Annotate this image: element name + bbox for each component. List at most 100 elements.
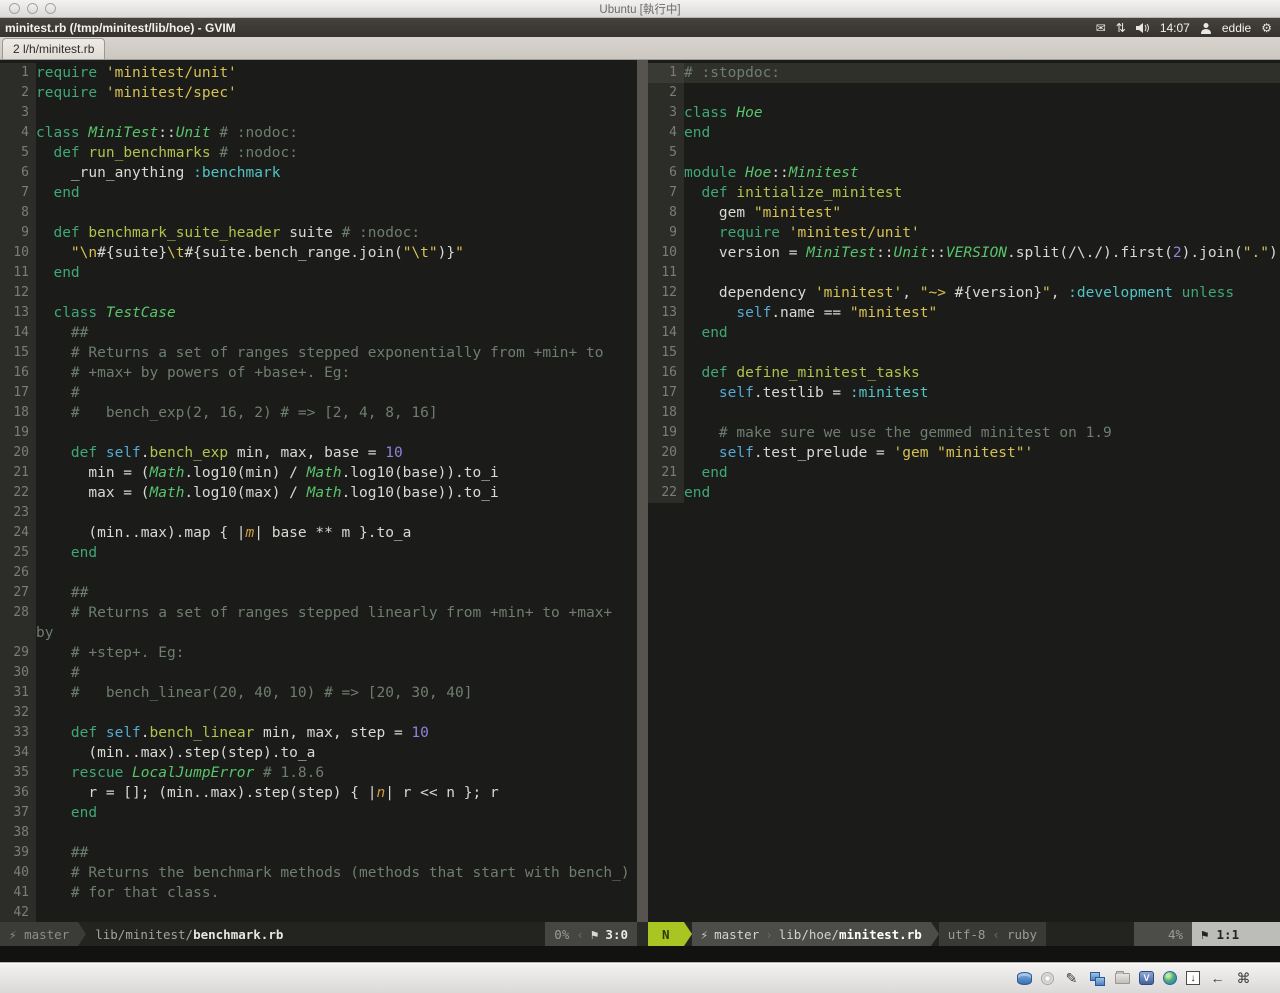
vim-command-line[interactable]	[0, 946, 1280, 962]
folder-icon[interactable]	[1115, 973, 1130, 984]
code-token: def	[701, 185, 727, 201]
user-icon	[1200, 22, 1212, 34]
line-number: 10	[648, 243, 684, 263]
code-token: "minitest"	[850, 305, 937, 321]
code-token: define_minitest_tasks	[736, 365, 919, 381]
code-line: 41 # for that class.	[0, 883, 637, 903]
code-token: class	[684, 105, 728, 121]
code-token: # :stopdoc:	[684, 65, 780, 81]
code-line: 16 def define_minitest_tasks	[648, 363, 1280, 383]
code-token: benchmark_suite_header	[88, 225, 280, 241]
code-text	[684, 83, 1280, 103]
code-token: Minitest	[789, 165, 859, 181]
code-token: # :nodoc:	[219, 125, 298, 141]
code-token: # for that class.	[36, 885, 219, 901]
code-token: VERSION	[946, 245, 1007, 261]
line-number: 28	[0, 603, 36, 623]
code-text: def self.bench_exp min, max, base = 10	[36, 443, 637, 463]
download-icon[interactable]: ↓	[1186, 971, 1200, 985]
code-line: 7 def initialize_minitest	[648, 183, 1280, 203]
fileinfo-segment: utf-8 ‹ ruby	[939, 922, 1046, 946]
tab-minitest[interactable]: 2 l/h/minitest.rb	[2, 38, 105, 59]
line-number: 4	[0, 123, 36, 143]
code-line: 5 def run_benchmarks # :nodoc:	[0, 143, 637, 163]
code-token: require	[36, 65, 97, 81]
code-text	[684, 403, 1280, 423]
back-arrow-icon[interactable]: ←	[1209, 970, 1226, 987]
code-line: 9 def benchmark_suite_header suite # :no…	[0, 223, 637, 243]
code-token: :minitest	[850, 385, 929, 401]
code-token: "minitest"	[754, 205, 841, 221]
network-icon[interactable]	[1089, 970, 1106, 987]
code-token: rescue	[71, 765, 123, 781]
code-text: # bench_linear(20, 40, 10) # => [20, 30,…	[36, 683, 637, 703]
command-icon[interactable]: ⌘	[1235, 970, 1252, 987]
position-segment: ⚑ 1:1	[1192, 922, 1280, 946]
code-text: by	[36, 623, 637, 643]
line-number: 9	[0, 223, 36, 243]
code-token: .split(/\./).first(	[1007, 245, 1173, 261]
code-token	[36, 305, 53, 321]
code-line: 38	[0, 823, 637, 843]
code-token: r = []; (min..max).step(step) { |	[36, 785, 376, 801]
code-token: end	[684, 485, 710, 501]
pencil-icon[interactable]: ✎	[1063, 970, 1080, 987]
code-text: rescue LocalJumpError # 1.8.6	[36, 763, 637, 783]
code-text: # for that class.	[36, 883, 637, 903]
code-text: end	[36, 263, 637, 283]
code-line: 21 end	[648, 463, 1280, 483]
line-number: 23	[0, 503, 36, 523]
line-number	[0, 623, 36, 643]
code-text: min = (Math.log10(min) / Math.log10(base…	[36, 463, 637, 483]
code-text: # +step+. Eg:	[36, 643, 637, 663]
cd-icon[interactable]	[1041, 972, 1054, 985]
globe-icon[interactable]	[1163, 971, 1177, 985]
unity-panel: minitest.rb (/tmp/minitest/lib/hoe) - GV…	[0, 18, 1280, 37]
code-line: 8 gem "minitest"	[648, 203, 1280, 223]
session-username[interactable]: eddie	[1222, 21, 1251, 35]
line-number: 36	[0, 783, 36, 803]
code-line: 3	[0, 103, 637, 123]
vm-badge-icon[interactable]: V	[1139, 971, 1154, 985]
code-text: (min..max).step(step).to_a	[36, 743, 637, 763]
code-token: 'minitest/unit'	[789, 225, 920, 241]
code-line: 2require 'minitest/spec'	[0, 83, 637, 103]
code-token: class	[36, 125, 80, 141]
code-token: require	[719, 225, 780, 241]
code-text: # :stopdoc:	[684, 63, 1280, 83]
right-buffer-minitest[interactable]: 1# :stopdoc:23class Hoe4end56module Hoe:…	[648, 60, 1280, 922]
statusline-row: ⚡ master lib/minitest/benchmark.rb 0% ‹ …	[0, 922, 1280, 946]
code-line: 15 # Returns a set of ranges stepped exp…	[0, 343, 637, 363]
code-text: class MiniTest::Unit # :nodoc:	[36, 123, 637, 143]
line-number: 14	[648, 323, 684, 343]
network-arrows-icon[interactable]: ⇅	[1116, 22, 1126, 34]
clock[interactable]: 14:07	[1160, 21, 1190, 35]
volume-icon[interactable]	[1136, 22, 1150, 34]
line-number: 17	[0, 383, 36, 403]
mode-indicator: N	[648, 922, 684, 946]
left-buffer-benchmark[interactable]: 1require 'minitest/unit'2require 'minite…	[0, 60, 637, 922]
code-token: end	[701, 465, 727, 481]
code-token: ##	[36, 325, 88, 341]
code-line: 1# :stopdoc:	[648, 63, 1280, 83]
vertical-split-separator[interactable]	[637, 60, 648, 922]
line-number: 3	[648, 103, 684, 123]
chevron-left-icon: ‹	[576, 927, 584, 942]
code-token: ::	[771, 165, 788, 181]
line-number: 9	[648, 223, 684, 243]
active-window-title: minitest.rb (/tmp/minitest/lib/hoe) - GV…	[5, 21, 1096, 35]
code-token: version =	[684, 245, 806, 261]
code-token: end	[701, 325, 727, 341]
code-token	[684, 365, 701, 381]
disk-icon[interactable]	[1017, 972, 1032, 985]
code-token: 'minitest/spec'	[106, 85, 237, 101]
code-line: 36 r = []; (min..max).step(step) { |n| r…	[0, 783, 637, 803]
code-text: end	[684, 483, 1280, 503]
code-line: 22 max = (Math.log10(max) / Math.log10(b…	[0, 483, 637, 503]
line-number: 6	[648, 163, 684, 183]
mail-icon[interactable]: ✉	[1096, 22, 1106, 34]
gear-icon[interactable]: ⚙	[1261, 22, 1272, 34]
code-token: Math	[150, 485, 185, 501]
code-line: 8	[0, 203, 637, 223]
code-token	[36, 245, 71, 261]
